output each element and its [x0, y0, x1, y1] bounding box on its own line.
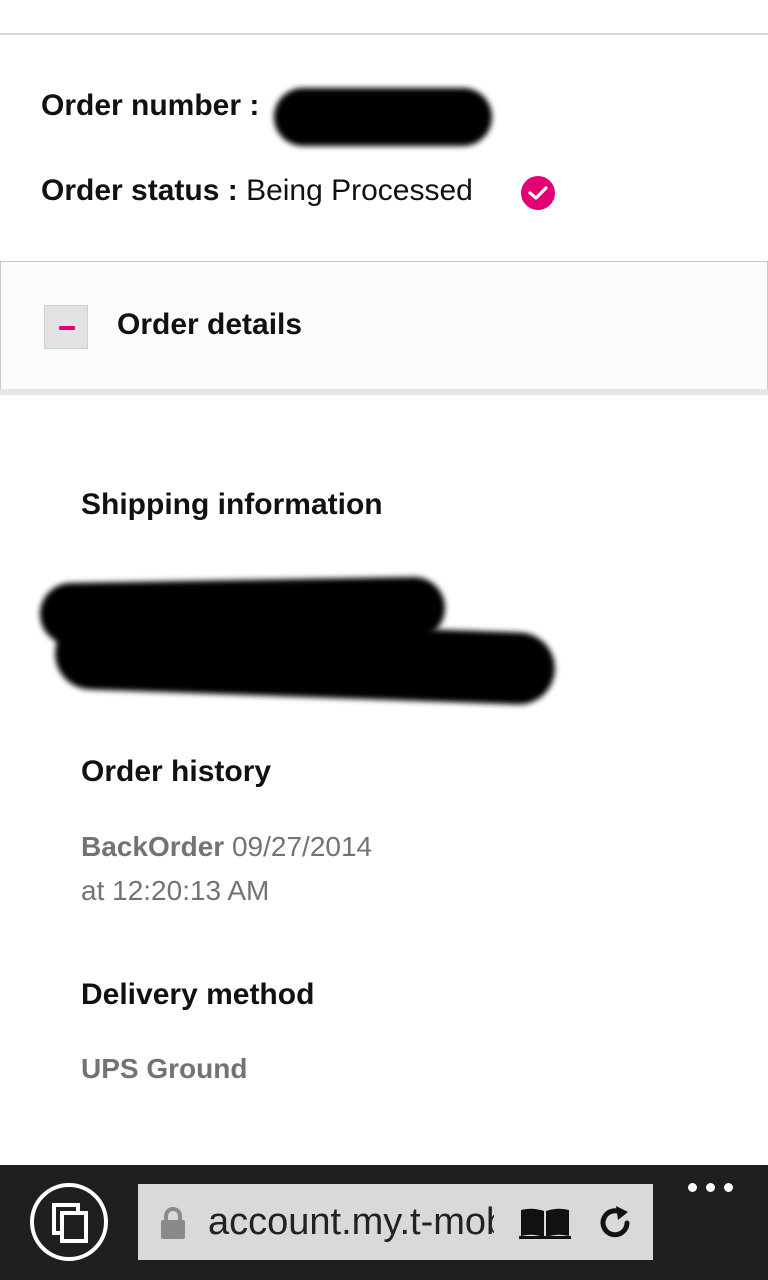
history-time: at 12:20:13 AM	[81, 875, 270, 906]
top-divider	[0, 33, 768, 35]
order-details-title: Order details	[117, 308, 303, 341]
delivery-method-heading: Delivery method	[81, 978, 315, 1011]
browser-toolbar: account.my.t-mobile.com	[0, 1165, 768, 1280]
delivery-method-value: UPS Ground	[81, 1053, 248, 1084]
collapse-toggle-button[interactable]	[44, 305, 88, 349]
url-text[interactable]: account.my.t-mobile.com	[208, 1200, 494, 1244]
order-number-redaction	[274, 88, 492, 146]
minus-icon	[59, 326, 75, 330]
reading-view-icon[interactable]	[518, 1206, 572, 1240]
order-status-label: Order status :	[41, 174, 238, 207]
order-number-label: Order number :	[41, 89, 260, 122]
shipping-information-heading: Shipping information	[81, 488, 383, 521]
history-event: BackOrder	[81, 831, 225, 862]
order-status-row: Order status : Being Processed	[41, 173, 473, 209]
address-bar[interactable]: account.my.t-mobile.com	[138, 1184, 653, 1260]
history-date: 09/27/2014	[231, 831, 373, 862]
order-history-entry: BackOrder 09/27/2014 at 12:20:13 AM	[81, 825, 372, 913]
order-number-row: Order number :	[41, 88, 259, 124]
order-status-value: Being Processed	[246, 174, 473, 207]
more-icon[interactable]	[688, 1179, 734, 1195]
lock-icon	[161, 1207, 185, 1239]
order-history-heading: Order history	[81, 755, 272, 788]
refresh-icon[interactable]	[594, 1202, 636, 1244]
check-circle-icon	[521, 176, 555, 210]
shipping-address-redaction-2	[53, 616, 557, 706]
order-details-accordion[interactable]: Order details	[0, 261, 768, 390]
tabs-icon[interactable]	[30, 1183, 108, 1261]
accordion-shadow	[0, 389, 768, 395]
